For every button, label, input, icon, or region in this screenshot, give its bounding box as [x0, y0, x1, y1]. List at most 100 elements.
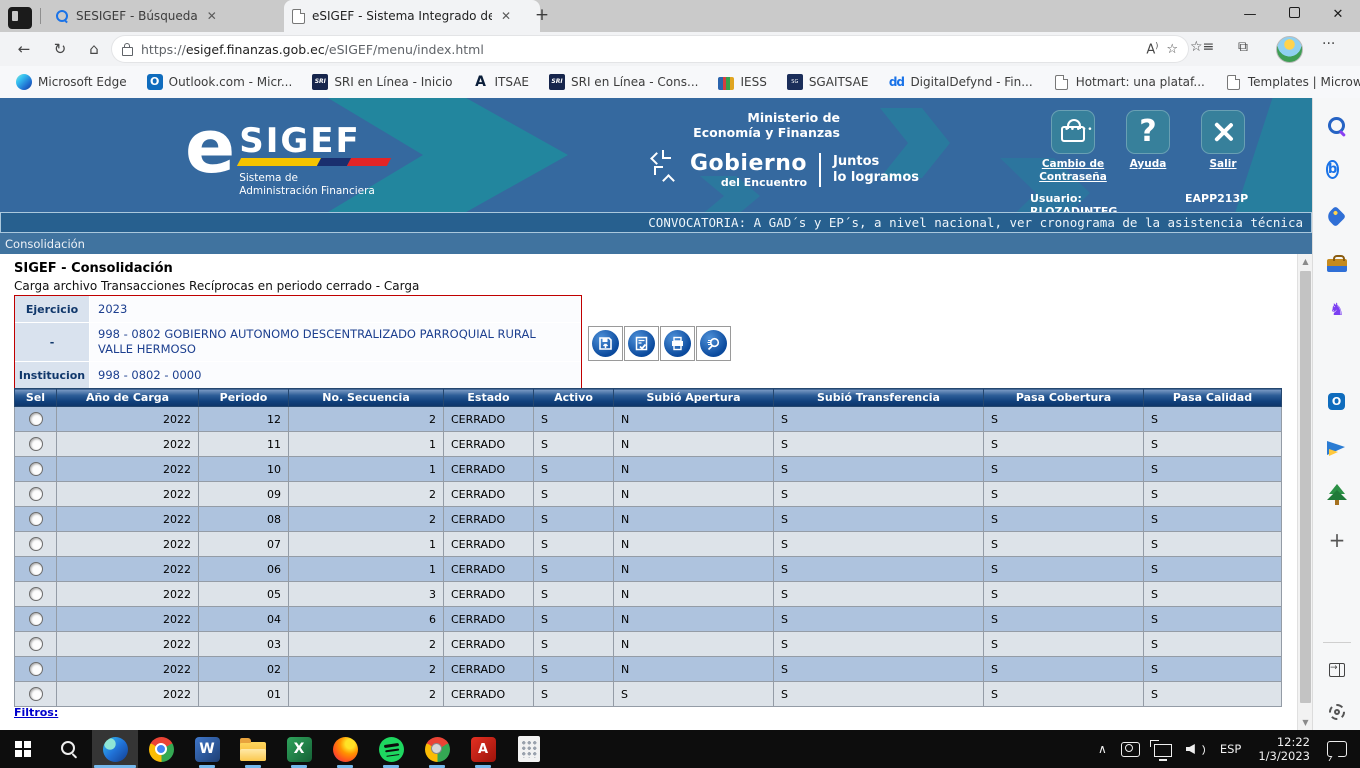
sidebar-settings-gear-icon[interactable] [1321, 696, 1353, 728]
cell-secuencia: 1 [289, 457, 444, 482]
tab-label: SESIGEF - Búsqueda [76, 9, 198, 23]
sidebar-panel-icon[interactable] [1321, 654, 1353, 686]
close-button[interactable]: ✕ [1316, 0, 1360, 30]
row-select-radio[interactable] [29, 412, 43, 426]
print-button[interactable] [660, 326, 695, 361]
refresh-icon[interactable]: ↻ [48, 37, 72, 61]
save-upload-button[interactable] [588, 326, 623, 361]
clock[interactable]: 12:221/3/2023 [1248, 730, 1320, 768]
browser-menu-icon[interactable]: ··· [1322, 36, 1335, 52]
cell-secuencia: 2 [289, 507, 444, 532]
taskbar-word-icon[interactable] [184, 730, 230, 768]
row-select-radio[interactable] [29, 587, 43, 601]
validate-button[interactable] [624, 326, 659, 361]
page-favicon-icon [1055, 75, 1068, 90]
row-select-radio[interactable] [29, 512, 43, 526]
add-favorite-icon[interactable]: ☆ [1166, 42, 1178, 57]
taskbar-search-icon[interactable] [46, 730, 92, 768]
cell-transferencia: S [774, 682, 984, 707]
cell-calidad: S [1144, 607, 1282, 632]
bookmark-item[interactable]: SRI en Línea - Inicio [304, 71, 460, 94]
page-scrollbar[interactable]: ▲ ▼ [1297, 254, 1312, 730]
row-select-radio[interactable] [29, 487, 43, 501]
taskbar-acrobat-icon[interactable] [460, 730, 506, 768]
menu-item-consolidacion[interactable]: Consolidación [5, 237, 85, 251]
cell-transferencia: S [774, 407, 984, 432]
sidebar-drop-icon[interactable] [1321, 432, 1353, 464]
change-password-button[interactable]: Cambio deContraseña [1038, 110, 1108, 184]
taskbar-chrome-profile-icon[interactable] [414, 730, 460, 768]
read-aloud-icon[interactable]: A) [1146, 41, 1158, 57]
form-label: - [15, 323, 90, 361]
row-select-radio[interactable] [29, 437, 43, 451]
sidebar-outlook-icon[interactable] [1321, 386, 1353, 418]
scroll-down-icon[interactable]: ▼ [1298, 715, 1312, 730]
scrollbar-thumb[interactable] [1300, 271, 1311, 703]
new-tab-button[interactable]: + [532, 6, 552, 26]
row-select-radio[interactable] [29, 662, 43, 676]
row-select-radio[interactable] [29, 537, 43, 551]
sidebar-shopping-icon[interactable] [1321, 202, 1353, 234]
minimize-button[interactable]: — [1228, 0, 1272, 30]
taskbar-chrome-icon[interactable] [138, 730, 184, 768]
tab-actions-icon[interactable] [8, 7, 32, 29]
sidebar-search-icon[interactable] [1321, 110, 1353, 142]
profile-avatar[interactable] [1276, 36, 1303, 63]
scroll-up-icon[interactable]: ▲ [1298, 254, 1312, 269]
bookmark-item[interactable]: Microsoft Edge [8, 71, 135, 94]
bookmark-label: ITSAE [495, 75, 530, 89]
network-icon[interactable] [1147, 730, 1179, 768]
taskbar-edge-icon[interactable] [92, 730, 138, 768]
volume-icon[interactable] [1179, 730, 1213, 768]
taskbar-spotify-icon[interactable] [368, 730, 414, 768]
sidebar-bing-chat-icon[interactable] [1321, 156, 1353, 188]
language-indicator[interactable]: ESP [1213, 730, 1249, 768]
search-records-button[interactable] [696, 326, 731, 361]
sidebar-add-icon[interactable] [1321, 524, 1353, 556]
cell-calidad: S [1144, 682, 1282, 707]
taskbar-firefox-icon[interactable] [322, 730, 368, 768]
tab-esigef-active[interactable]: eSIGEF - Sistema Integrado de Ge ✕ [284, 0, 540, 32]
taskbar-start-icon[interactable] [0, 730, 46, 768]
cell-apertura: N [614, 582, 774, 607]
taskbar-excel-icon[interactable] [276, 730, 322, 768]
bookmark-item[interactable]: Outlook.com - Micr... [139, 71, 301, 94]
environment-label: EAPP213P [1185, 192, 1248, 205]
bookmark-item[interactable]: Templates | Microw... [1217, 71, 1360, 94]
taskbar-calculator-icon[interactable] [506, 730, 552, 768]
sidebar-tree-icon[interactable] [1321, 478, 1353, 510]
table-row: 2022061CERRADOSNSSS [15, 557, 1282, 582]
sidebar-tools-icon[interactable] [1321, 248, 1353, 280]
help-button[interactable]: ? Ayuda [1113, 110, 1183, 171]
bookmark-item[interactable]: DigitalDefynd - Fin... [880, 71, 1040, 94]
maximize-button[interactable] [1272, 0, 1316, 30]
home-icon[interactable]: ⌂ [82, 37, 106, 61]
collections-icon[interactable]: ⧉ [1238, 39, 1248, 55]
bookmark-item[interactable]: SGAITSAE [779, 71, 877, 94]
row-select-radio[interactable] [29, 562, 43, 576]
close-x-icon [1212, 121, 1234, 143]
bookmark-item[interactable]: IESS [710, 71, 774, 94]
tab-sesigef[interactable]: SESIGEF - Búsqueda ✕ [48, 0, 294, 32]
row-select-radio[interactable] [29, 612, 43, 626]
tab-close-icon[interactable]: ✕ [205, 9, 219, 23]
sidebar-games-icon[interactable] [1321, 294, 1353, 326]
notification-center-icon[interactable] [1320, 730, 1360, 768]
bookmark-item[interactable]: SRI en Línea - Cons... [541, 71, 706, 94]
sidebar-microsoft-365-icon[interactable] [1321, 340, 1353, 372]
bookmark-item[interactable]: ITSAE [465, 71, 538, 94]
logout-button[interactable]: Salir [1188, 110, 1258, 171]
meet-now-icon[interactable] [1114, 730, 1147, 768]
favorites-bar-icon[interactable]: ☆≡ [1190, 39, 1214, 55]
row-select-radio[interactable] [29, 462, 43, 476]
row-select-radio[interactable] [29, 687, 43, 701]
taskbar-explorer-icon[interactable] [230, 730, 276, 768]
cell-apertura: S [614, 682, 774, 707]
address-bar[interactable]: https://esigef.finanzas.gob.ec/eSIGEF/me… [112, 36, 1188, 62]
bookmark-item[interactable]: Hotmart: una plataf... [1045, 71, 1213, 94]
tab-close-icon[interactable]: ✕ [499, 9, 513, 23]
filters-link[interactable]: Filtros: [14, 706, 58, 719]
hidden-icons-chevron-icon[interactable]: ∧ [1091, 730, 1114, 768]
back-icon[interactable]: ← [12, 37, 36, 61]
row-select-radio[interactable] [29, 637, 43, 651]
